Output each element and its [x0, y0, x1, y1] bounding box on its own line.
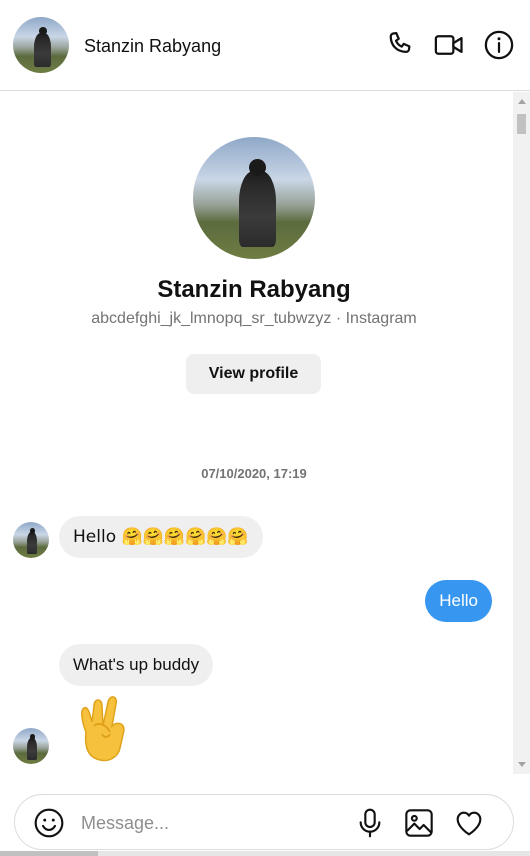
microphone-icon[interactable]	[354, 807, 386, 839]
scrollbar-thumb[interactable]	[517, 114, 526, 134]
scroll-up-arrow[interactable]	[518, 99, 526, 104]
image-icon[interactable]	[403, 807, 435, 839]
emoji-icon[interactable]	[33, 807, 65, 839]
phone-icon[interactable]	[385, 30, 415, 60]
incoming-message[interactable]: Hello 🤗🤗🤗🤗🤗🤗	[59, 516, 263, 558]
profile-name: Stanzin Rabyang	[157, 276, 351, 303]
header-contact-name[interactable]: Stanzin Rabyang	[84, 36, 221, 57]
chat-header: Stanzin Rabyang	[0, 0, 530, 91]
conversation-timestamp: 07/10/2020, 17:19	[201, 466, 307, 481]
scroll-down-arrow[interactable]	[518, 762, 526, 767]
message-composer	[14, 794, 514, 850]
heart-icon[interactable]	[453, 807, 485, 839]
message-text: Hello 🤗🤗🤗🤗🤗🤗	[73, 527, 249, 547]
sender-avatar[interactable]	[13, 728, 49, 764]
incoming-message[interactable]: What's up buddy	[59, 644, 214, 686]
header-avatar[interactable]	[13, 17, 69, 73]
message-input[interactable]	[79, 809, 343, 837]
video-camera-icon[interactable]	[434, 30, 464, 60]
outgoing-message[interactable]: Hello	[425, 580, 492, 622]
message-text: What's up buddy	[73, 655, 200, 674]
conversation-scrollbar[interactable]	[513, 92, 530, 774]
profile-subtitle: abcdefghi_jk_lmnopq_sr_tubwzyz · Instagr…	[91, 310, 417, 327]
profile-avatar[interactable]	[193, 137, 315, 259]
horizontal-scrollbar-thumb[interactable]	[0, 851, 98, 856]
sender-avatar[interactable]	[13, 522, 49, 558]
horizontal-scrollbar[interactable]	[0, 851, 530, 856]
rock-on-hand-emoji[interactable]	[72, 692, 132, 764]
view-profile-button[interactable]: View profile	[186, 354, 321, 394]
info-icon[interactable]	[484, 30, 514, 60]
message-text: Hello	[439, 591, 478, 610]
